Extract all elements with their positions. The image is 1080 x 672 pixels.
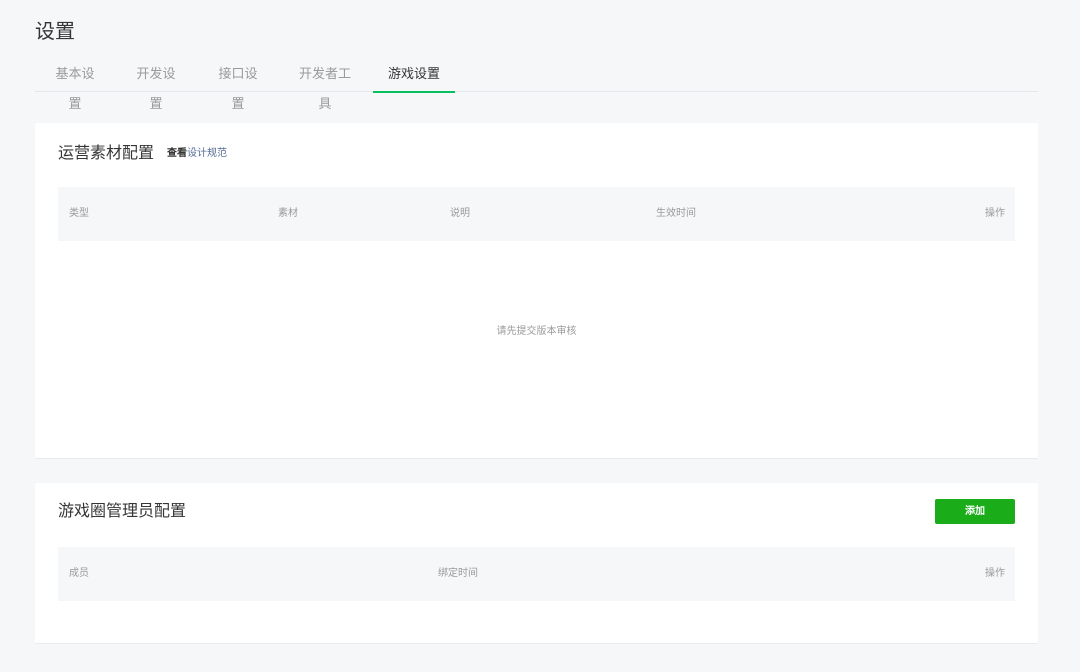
column-header-admin-action: 操作 bbox=[985, 568, 1005, 579]
materials-config-title: 运营素材配置 bbox=[58, 143, 155, 162]
materials-config-card: 运营素材配置 查看设计规范 类型 素材 说明 生效时间 操作 请先提交版本审核 bbox=[35, 123, 1038, 459]
add-admin-button[interactable]: 添加 bbox=[935, 499, 1015, 524]
tab-bar: 基本设置 开发设置 接口设置 开发者工具 游戏设置 bbox=[35, 60, 1038, 112]
tab-basic-settings[interactable]: 基本设置 bbox=[50, 60, 100, 112]
column-header-description: 说明 bbox=[450, 208, 470, 219]
column-header-effective-time: 生效时间 bbox=[656, 208, 696, 219]
admins-config-card: 游戏圈管理员配置 添加 成员 绑定时间 操作 bbox=[35, 483, 1038, 644]
settings-page: 设置 基本设置 开发设置 接口设置 开发者工具 游戏设置 运营素材配置 查看设计… bbox=[0, 0, 1080, 672]
tab-interface-settings[interactable]: 接口设置 bbox=[213, 60, 263, 112]
admins-config-title: 游戏圈管理员配置 bbox=[58, 501, 187, 520]
tab-game-settings[interactable]: 游戏设置 bbox=[373, 60, 455, 93]
admins-table-header: 成员 绑定时间 操作 bbox=[58, 547, 1015, 601]
tab-developer-tools[interactable]: 开发者工具 bbox=[294, 60, 356, 112]
tab-development-settings[interactable]: 开发设置 bbox=[131, 60, 181, 112]
column-header-material: 素材 bbox=[278, 208, 298, 219]
column-header-type: 类型 bbox=[69, 208, 89, 219]
page-title: 设置 bbox=[35, 19, 75, 43]
design-guide-prefix: 查看 bbox=[167, 148, 187, 159]
design-guide-link-group: 查看设计规范 bbox=[167, 147, 227, 161]
empty-state-text: 请先提交版本审核 bbox=[496, 326, 577, 337]
materials-table-header: 类型 素材 说明 生效时间 操作 bbox=[58, 187, 1015, 241]
design-guide-link[interactable]: 设计规范 bbox=[187, 148, 227, 159]
column-header-bind-time: 绑定时间 bbox=[438, 568, 478, 579]
column-header-action: 操作 bbox=[985, 208, 1005, 219]
column-header-member: 成员 bbox=[69, 568, 89, 579]
